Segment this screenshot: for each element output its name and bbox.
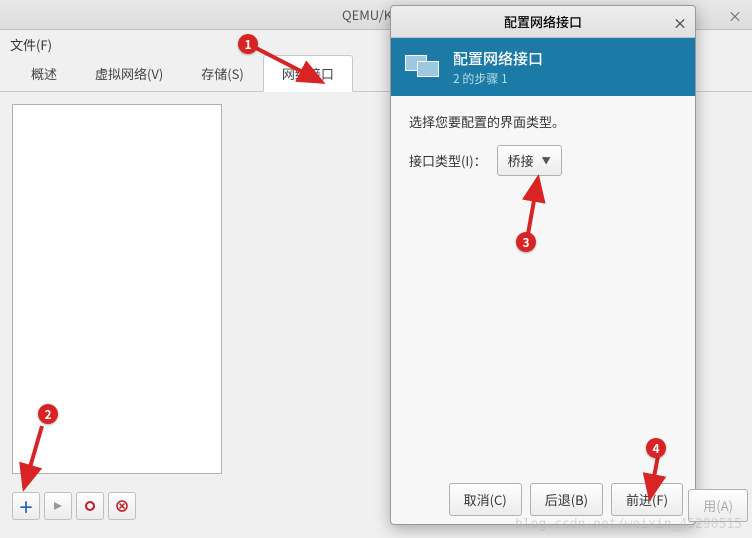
tab-virtual-network[interactable]: 虚拟网络(V) [76, 55, 182, 91]
header-subtitle: 2 的步骤 1 [453, 70, 543, 87]
combo-value: 桥接 [508, 151, 534, 170]
annotation-arrow-1 [244, 38, 334, 96]
dialog-title-bar: 配置网络接口 × [391, 6, 695, 38]
config-dialog: 配置网络接口 × 配置网络接口 2 的步骤 1 选择您要配置的界面类型。 接口类… [390, 5, 696, 525]
chevron-down-icon: ▼ [542, 154, 551, 167]
watermark: blog.csdn.net/weixin_45290515 [515, 517, 742, 532]
back-button[interactable]: 后退(B) [530, 483, 603, 516]
annotation-arrow-3 [510, 172, 560, 242]
annotation-arrow-2 [14, 420, 54, 500]
dialog-header: 配置网络接口 2 的步骤 1 [391, 38, 695, 96]
dialog-title-text: 配置网络接口 [504, 12, 582, 31]
main-close-icon[interactable]: × [728, 7, 744, 23]
header-title: 配置网络接口 [453, 48, 543, 69]
record-button[interactable] [76, 492, 104, 520]
network-icon [403, 49, 443, 85]
annotation-arrow-4 [636, 450, 676, 510]
x-circle-icon [116, 500, 128, 512]
circle-icon [85, 501, 95, 511]
delete-button[interactable] [108, 492, 136, 520]
menu-file[interactable]: 文件(F) [10, 35, 52, 54]
tab-overview[interactable]: 概述 [12, 55, 76, 91]
dialog-close-icon[interactable]: × [673, 14, 687, 34]
type-label: 接口类型(I)： [409, 151, 487, 170]
header-text: 配置网络接口 2 的步骤 1 [453, 48, 543, 87]
play-icon [53, 501, 63, 511]
interface-list[interactable] [12, 104, 222, 474]
body-prompt: 选择您要配置的界面类型。 [409, 112, 677, 131]
cancel-button[interactable]: 取消(C) [449, 483, 522, 516]
